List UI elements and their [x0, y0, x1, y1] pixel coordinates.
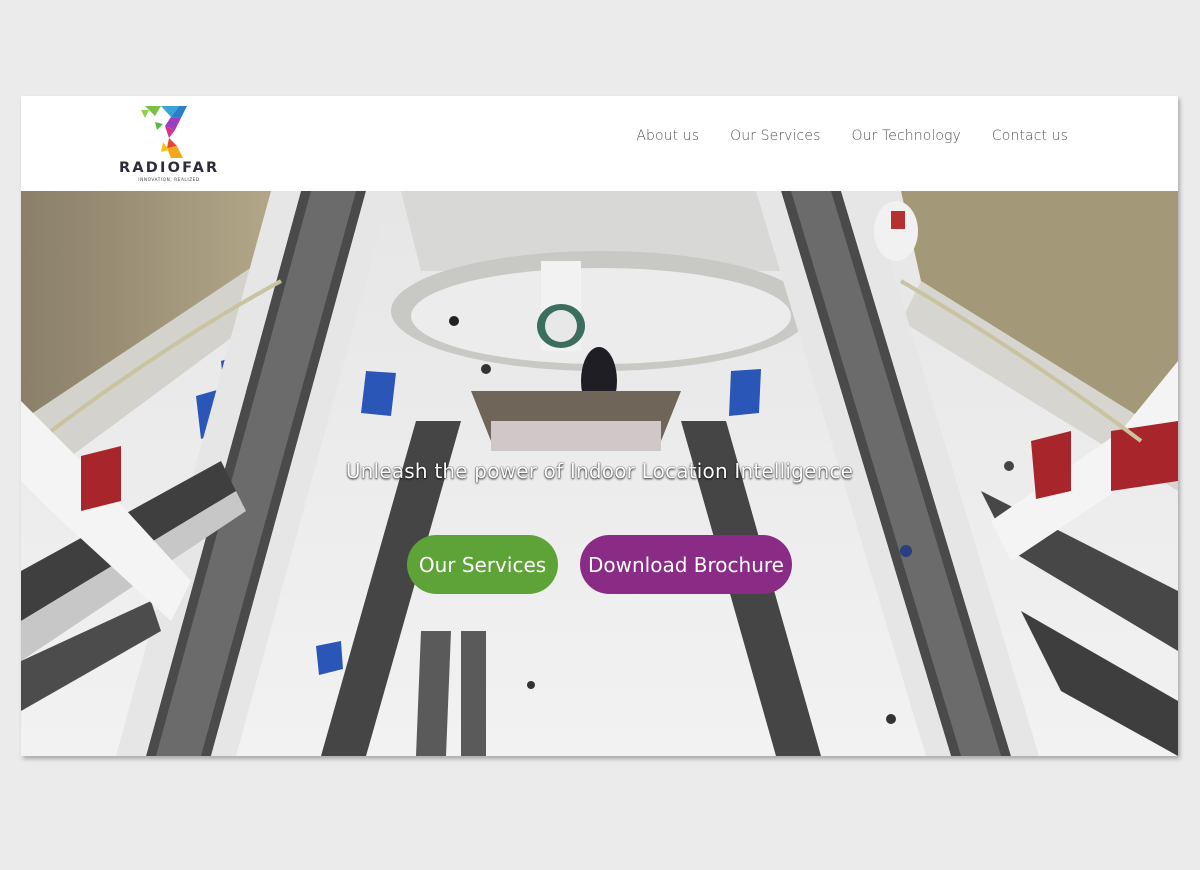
brand-tagline: INNOVATION, REALIZED — [138, 177, 200, 182]
hero-headline: Unleash the power of Indoor Location Int… — [345, 459, 854, 483]
logo-seven-mark-icon — [141, 106, 187, 158]
website-frame: RADIOFAR INNOVATION, REALIZED About us O… — [21, 96, 1178, 756]
download-brochure-button[interactable]: Download Brochure — [580, 535, 792, 594]
site-header: RADIOFAR INNOVATION, REALIZED About us O… — [21, 96, 1178, 191]
main-nav: About us Our Services Our Technology Con… — [605, 128, 1068, 144]
our-services-button[interactable]: Our Services — [407, 535, 558, 594]
nav-our-services[interactable]: Our Services — [730, 128, 820, 144]
nav-about-us[interactable]: About us — [636, 128, 699, 144]
brand-logo[interactable]: RADIOFAR INNOVATION, REALIZED — [119, 104, 221, 184]
hero-section: Unleash the power of Indoor Location Int… — [21, 191, 1178, 756]
nav-contact-us[interactable]: Contact us — [992, 128, 1068, 144]
brand-name: RADIOFAR — [119, 160, 220, 176]
nav-our-technology[interactable]: Our Technology — [851, 128, 960, 144]
